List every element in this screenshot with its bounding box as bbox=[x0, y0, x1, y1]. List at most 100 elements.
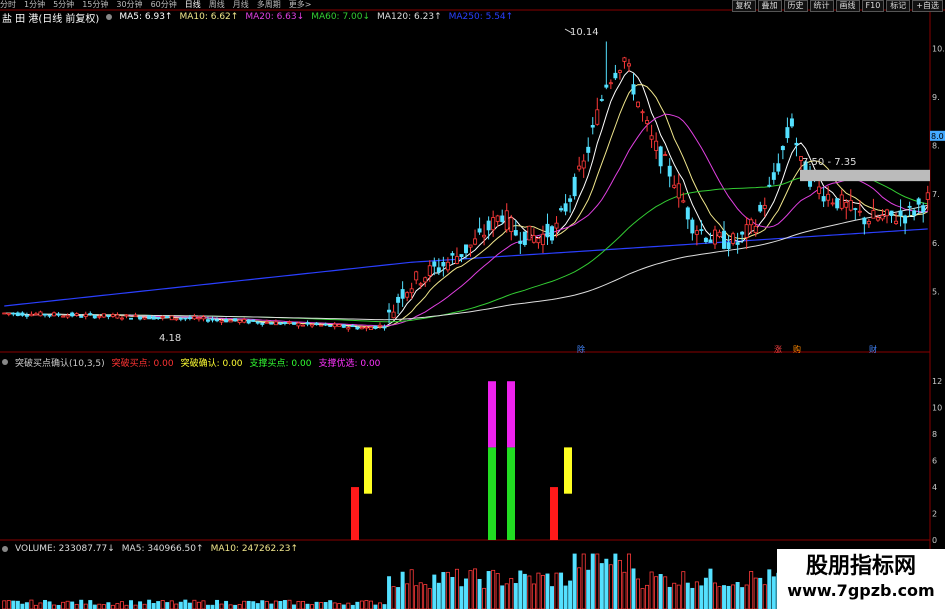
volume-bar bbox=[658, 574, 663, 609]
toolbar-button-6[interactable]: 标记 bbox=[886, 0, 911, 12]
candle-body bbox=[296, 322, 301, 327]
candle-body bbox=[866, 220, 871, 225]
candle-body bbox=[319, 324, 324, 327]
volume-bar bbox=[645, 584, 650, 609]
candle-body bbox=[418, 283, 423, 286]
candle-body bbox=[703, 237, 708, 242]
candle-body bbox=[251, 319, 256, 322]
candle-body bbox=[676, 183, 681, 199]
toolbar-button-7[interactable]: +自选 bbox=[912, 0, 943, 12]
candle-body bbox=[885, 209, 889, 217]
candle-body bbox=[332, 323, 337, 328]
period-tab-2[interactable]: 5分钟 bbox=[53, 0, 74, 10]
event-tag-financial[interactable]: 财 bbox=[868, 345, 878, 355]
ma20-line bbox=[4, 113, 928, 327]
candle-body bbox=[622, 57, 627, 62]
price-axis-label: 7. bbox=[932, 190, 940, 199]
info-icon[interactable] bbox=[2, 359, 8, 365]
volume-bar bbox=[744, 584, 749, 609]
volume-bar bbox=[101, 604, 106, 609]
period-tab-10[interactable]: 更多> bbox=[289, 0, 312, 10]
toolbar-button-3[interactable]: 统计 bbox=[809, 0, 834, 12]
candle-body bbox=[2, 312, 7, 315]
candle-body bbox=[577, 165, 582, 170]
volume-bar bbox=[400, 571, 405, 609]
period-tab-4[interactable]: 30分钟 bbox=[116, 0, 142, 10]
period-tab-6[interactable]: 日线 bbox=[185, 0, 201, 10]
volume-bar bbox=[464, 578, 468, 609]
period-tab-7[interactable]: 周线 bbox=[209, 0, 225, 10]
candle-body bbox=[473, 238, 478, 245]
indicator-axis-label: 12 bbox=[932, 377, 942, 386]
period-tab-9[interactable]: 多周期 bbox=[257, 0, 281, 10]
volume-bar bbox=[305, 603, 310, 609]
volume-bar bbox=[749, 571, 754, 609]
volume-bar bbox=[301, 600, 306, 609]
volume-bar bbox=[762, 584, 767, 609]
indicator-axis-label: 4 bbox=[932, 483, 937, 492]
volume-bar bbox=[56, 604, 61, 609]
stock-title: 盐 田 港(日线 前复权) bbox=[2, 13, 100, 25]
candle-body bbox=[142, 317, 147, 320]
candle-body bbox=[771, 172, 776, 180]
volume-bar bbox=[500, 585, 505, 609]
period-tab-3[interactable]: 15分钟 bbox=[82, 0, 108, 10]
chart-canvas[interactable]: 10. 9. 8.8.0 7. 6. 5. 12 10 8 6 4 2 0 bbox=[0, 0, 945, 609]
event-tag-purchase[interactable]: 购 bbox=[792, 345, 802, 355]
candle-body bbox=[219, 320, 224, 323]
period-tab-8[interactable]: 月线 bbox=[233, 0, 249, 10]
volume-bar bbox=[156, 601, 161, 609]
candle-body bbox=[6, 312, 11, 315]
low-price-label: 4.18 bbox=[159, 333, 182, 344]
candle-body bbox=[875, 217, 880, 221]
toolbar-button-4[interactable]: 画线 bbox=[835, 0, 860, 12]
candle-body bbox=[862, 217, 867, 225]
period-tabs: 分时 1分钟 5分钟 15分钟 30分钟 60分钟 日线 周线 月线 多周期 更多> bbox=[0, 0, 319, 10]
indicator-name: 突破买点确认(10,3,5) bbox=[15, 358, 105, 369]
volume-bar bbox=[590, 553, 595, 609]
event-tag-limit-up[interactable]: 涨 bbox=[773, 345, 783, 355]
volume-bar bbox=[509, 577, 514, 609]
price-axis-label: 10. bbox=[932, 44, 945, 53]
toolbar-button-1[interactable]: 叠加 bbox=[757, 0, 782, 12]
period-tab-0[interactable]: 分时 bbox=[0, 0, 16, 10]
volume-bar bbox=[676, 584, 681, 609]
volume-bar bbox=[74, 603, 79, 609]
volume-bar bbox=[233, 604, 238, 609]
candle-body bbox=[237, 319, 242, 323]
volume-bar bbox=[663, 576, 668, 609]
candle-body bbox=[233, 318, 238, 322]
period-tab-5[interactable]: 60分钟 bbox=[151, 0, 177, 10]
volume-bar bbox=[604, 558, 609, 609]
volume-value-1: MA5: 340966.50↑ bbox=[121, 544, 204, 554]
volume-bar bbox=[278, 601, 283, 609]
candle-body bbox=[554, 222, 559, 229]
volume-bar bbox=[83, 603, 88, 609]
price-axis-label: 9. bbox=[932, 93, 940, 102]
candle-body bbox=[640, 111, 645, 114]
period-tab-1[interactable]: 1分钟 bbox=[24, 0, 45, 10]
candle-body bbox=[368, 326, 373, 330]
info-icon[interactable] bbox=[2, 546, 8, 552]
toolbar-button-2[interactable]: 历史 bbox=[783, 0, 808, 12]
candle-body bbox=[346, 327, 351, 330]
zone-price-label: 7.50 - 7.35 bbox=[802, 157, 857, 168]
toolbar-button-0[interactable]: 复权 bbox=[731, 0, 756, 12]
volume-bar bbox=[61, 601, 66, 609]
event-tag-dividend[interactable]: 除 bbox=[576, 345, 586, 355]
info-icon[interactable] bbox=[106, 14, 113, 20]
candle-body bbox=[491, 217, 496, 231]
volume-bar bbox=[690, 587, 695, 609]
ma120-line bbox=[4, 204, 928, 321]
volume-bar bbox=[224, 600, 229, 609]
toolbar-button-5[interactable]: F10 bbox=[861, 0, 885, 12]
candle-body bbox=[11, 312, 16, 315]
candle-body bbox=[871, 210, 876, 219]
candle-body bbox=[378, 324, 382, 327]
candle-body bbox=[522, 231, 527, 245]
volume-bar bbox=[264, 600, 269, 609]
volume-bar bbox=[215, 599, 220, 609]
volume-bar bbox=[608, 564, 613, 609]
volume-bar bbox=[387, 576, 392, 609]
volume-bar bbox=[70, 601, 75, 609]
